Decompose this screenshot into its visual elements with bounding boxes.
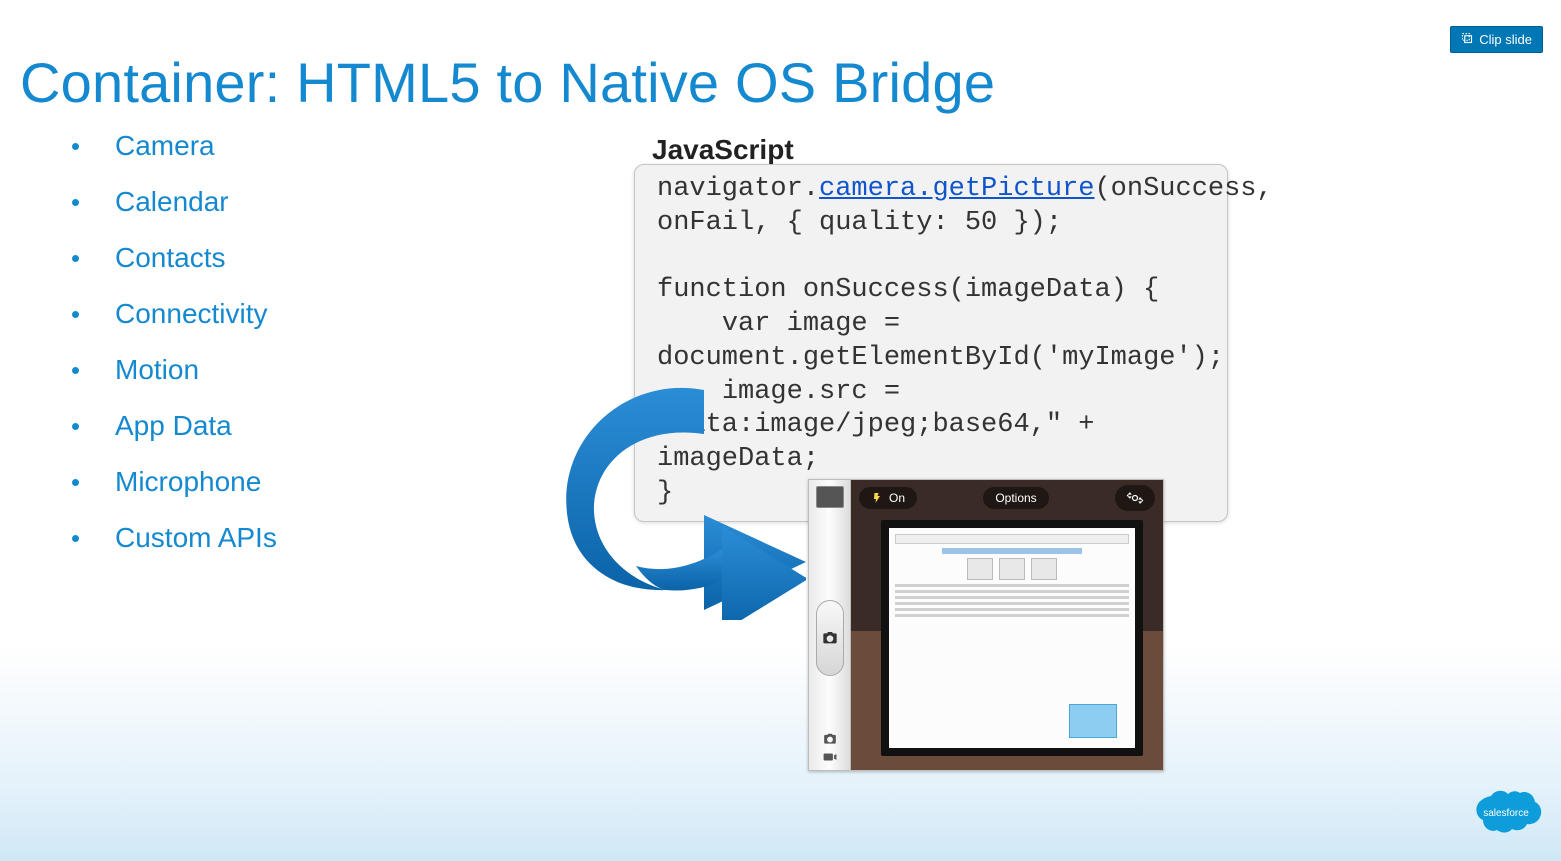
shutter-button: [816, 600, 844, 676]
clip-icon: [1461, 32, 1473, 47]
camera-swap-button: [1115, 485, 1155, 511]
camera-sidebar: [809, 480, 851, 770]
flash-icon: [871, 492, 883, 504]
camera-thumbnail: [816, 486, 844, 508]
feature-item: Camera: [72, 132, 277, 160]
slide-container: Clip slide Container: HTML5 to Native OS…: [0, 0, 1561, 861]
feature-label: Contacts: [115, 244, 226, 272]
card-row: [895, 558, 1129, 580]
code-link: camera.getPicture: [819, 174, 1094, 204]
salesforce-logo: salesforce: [1469, 786, 1543, 843]
feature-list: Camera Calendar Contacts Connectivity Mo…: [72, 132, 277, 580]
browser-url-bar: [895, 534, 1129, 544]
curved-arrow-icon: [546, 380, 806, 620]
camera-top-bar: On Options: [851, 480, 1163, 516]
bullet-icon: [72, 311, 79, 318]
bullet-icon: [72, 423, 79, 430]
bullet-icon: [72, 367, 79, 374]
feature-label: Connectivity: [115, 300, 268, 328]
camera-viewport: On Options: [851, 480, 1163, 770]
feature-item: Microphone: [72, 468, 277, 496]
feature-item: Custom APIs: [72, 524, 277, 552]
camera-app-screenshot: On Options: [808, 479, 1164, 771]
monitor-screen: [889, 528, 1135, 748]
options-label: Options: [995, 491, 1036, 505]
bullet-icon: [72, 199, 79, 206]
clip-slide-button[interactable]: Clip slide: [1450, 26, 1543, 53]
bullet-icon: [72, 479, 79, 486]
camera-icon: [823, 732, 837, 746]
flash-label: On: [889, 491, 905, 505]
slide-title: Container: HTML5 to Native OS Bridge: [20, 50, 995, 115]
feature-label: Microphone: [115, 468, 261, 496]
camera-mode-switch: [823, 732, 837, 764]
page-heading-bar: [942, 548, 1082, 554]
feature-label: Calendar: [115, 188, 229, 216]
clip-slide-label: Clip slide: [1479, 32, 1532, 47]
feature-item: Motion: [72, 356, 277, 384]
feature-item: Connectivity: [72, 300, 277, 328]
feature-label: App Data: [115, 412, 232, 440]
video-icon: [823, 750, 837, 764]
options-pill: Options: [983, 487, 1048, 509]
feature-item: Calendar: [72, 188, 277, 216]
feature-item: App Data: [72, 412, 277, 440]
bullet-icon: [72, 535, 79, 542]
flash-pill: On: [859, 487, 917, 509]
bullet-icon: [72, 255, 79, 262]
monitor-frame: [881, 520, 1143, 756]
popup-box: [1069, 704, 1117, 738]
bullet-icon: [72, 143, 79, 150]
feature-label: Camera: [115, 132, 215, 160]
feature-label: Custom APIs: [115, 524, 277, 552]
salesforce-text: salesforce: [1483, 808, 1529, 819]
swap-camera-icon: [1125, 491, 1145, 505]
code-prefix: navigator.: [657, 174, 819, 204]
feature-item: Contacts: [72, 244, 277, 272]
camera-icon: [822, 630, 838, 646]
text-lines: [895, 584, 1129, 617]
feature-label: Motion: [115, 356, 199, 384]
code-title: JavaScript: [652, 134, 794, 166]
